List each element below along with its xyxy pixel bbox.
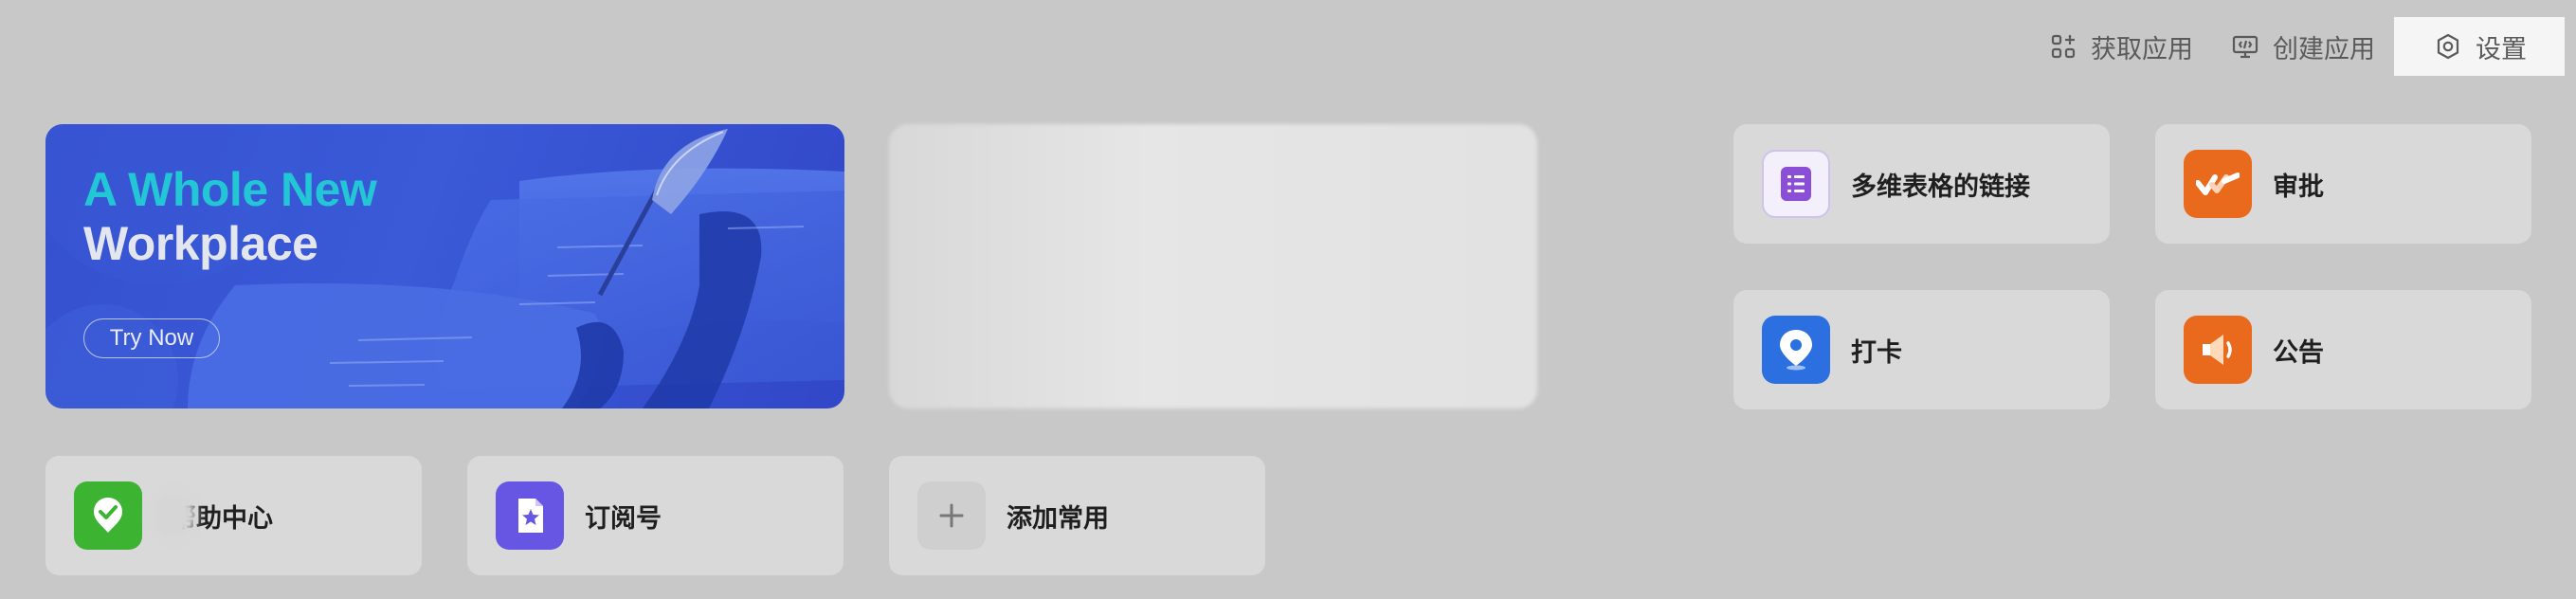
blurred-badge bbox=[150, 492, 197, 539]
location-pin-icon bbox=[1762, 316, 1830, 384]
app-tile-bitable-link[interactable]: 多维表格的链接 bbox=[1733, 124, 2110, 244]
banner-title-line1: A Whole New bbox=[83, 163, 377, 216]
bitable-icon bbox=[1762, 150, 1830, 218]
loading-placeholder-card bbox=[889, 124, 1537, 408]
app-tile-subscription[interactable]: 订阅号 bbox=[467, 456, 844, 575]
app-label-bitable-link: 多维表格的链接 bbox=[1851, 172, 2030, 202]
monitor-code-icon bbox=[2231, 32, 2259, 61]
settings-button[interactable]: 设置 bbox=[2394, 17, 2565, 76]
app-tile-announcement[interactable]: 公告 bbox=[2155, 290, 2531, 409]
app-label-approval: 审批 bbox=[2273, 172, 2324, 202]
app-label-subscription: 订阅号 bbox=[585, 503, 662, 534]
add-favorite-button[interactable]: 添加常用 bbox=[889, 456, 1265, 575]
app-tile-approval[interactable]: 审批 bbox=[2155, 124, 2531, 244]
create-app-button[interactable]: 创建应用 bbox=[2212, 17, 2394, 76]
get-apps-button[interactable]: 获取应用 bbox=[2030, 17, 2212, 76]
app-label-announcement: 公告 bbox=[2273, 337, 2324, 368]
banner-title-line2: Workplace bbox=[83, 217, 318, 270]
settings-label: 设置 bbox=[2476, 34, 2527, 64]
app-label-checkin: 打卡 bbox=[1851, 337, 1902, 368]
subscription-star-icon bbox=[496, 481, 564, 550]
approval-icon bbox=[2184, 150, 2252, 218]
create-app-label: 创建应用 bbox=[2273, 34, 2375, 64]
app-tile-checkin[interactable]: 打卡 bbox=[1733, 290, 2110, 409]
gear-icon bbox=[2434, 32, 2462, 61]
megaphone-icon bbox=[2184, 316, 2252, 384]
try-now-button[interactable]: Try Now bbox=[83, 318, 220, 358]
top-toolbar: 获取应用 创建应用 设置 bbox=[2030, 17, 2565, 76]
help-shield-icon bbox=[74, 481, 142, 550]
app-tile-help-center[interactable]: 帮助中心 bbox=[45, 456, 422, 575]
plus-icon bbox=[917, 481, 986, 550]
promo-banner[interactable]: A Whole New Workplace Try Now bbox=[45, 124, 844, 408]
add-favorite-label: 添加常用 bbox=[1007, 503, 1109, 534]
get-apps-label: 获取应用 bbox=[2091, 34, 2193, 64]
app-grid-plus-icon bbox=[2049, 32, 2077, 61]
